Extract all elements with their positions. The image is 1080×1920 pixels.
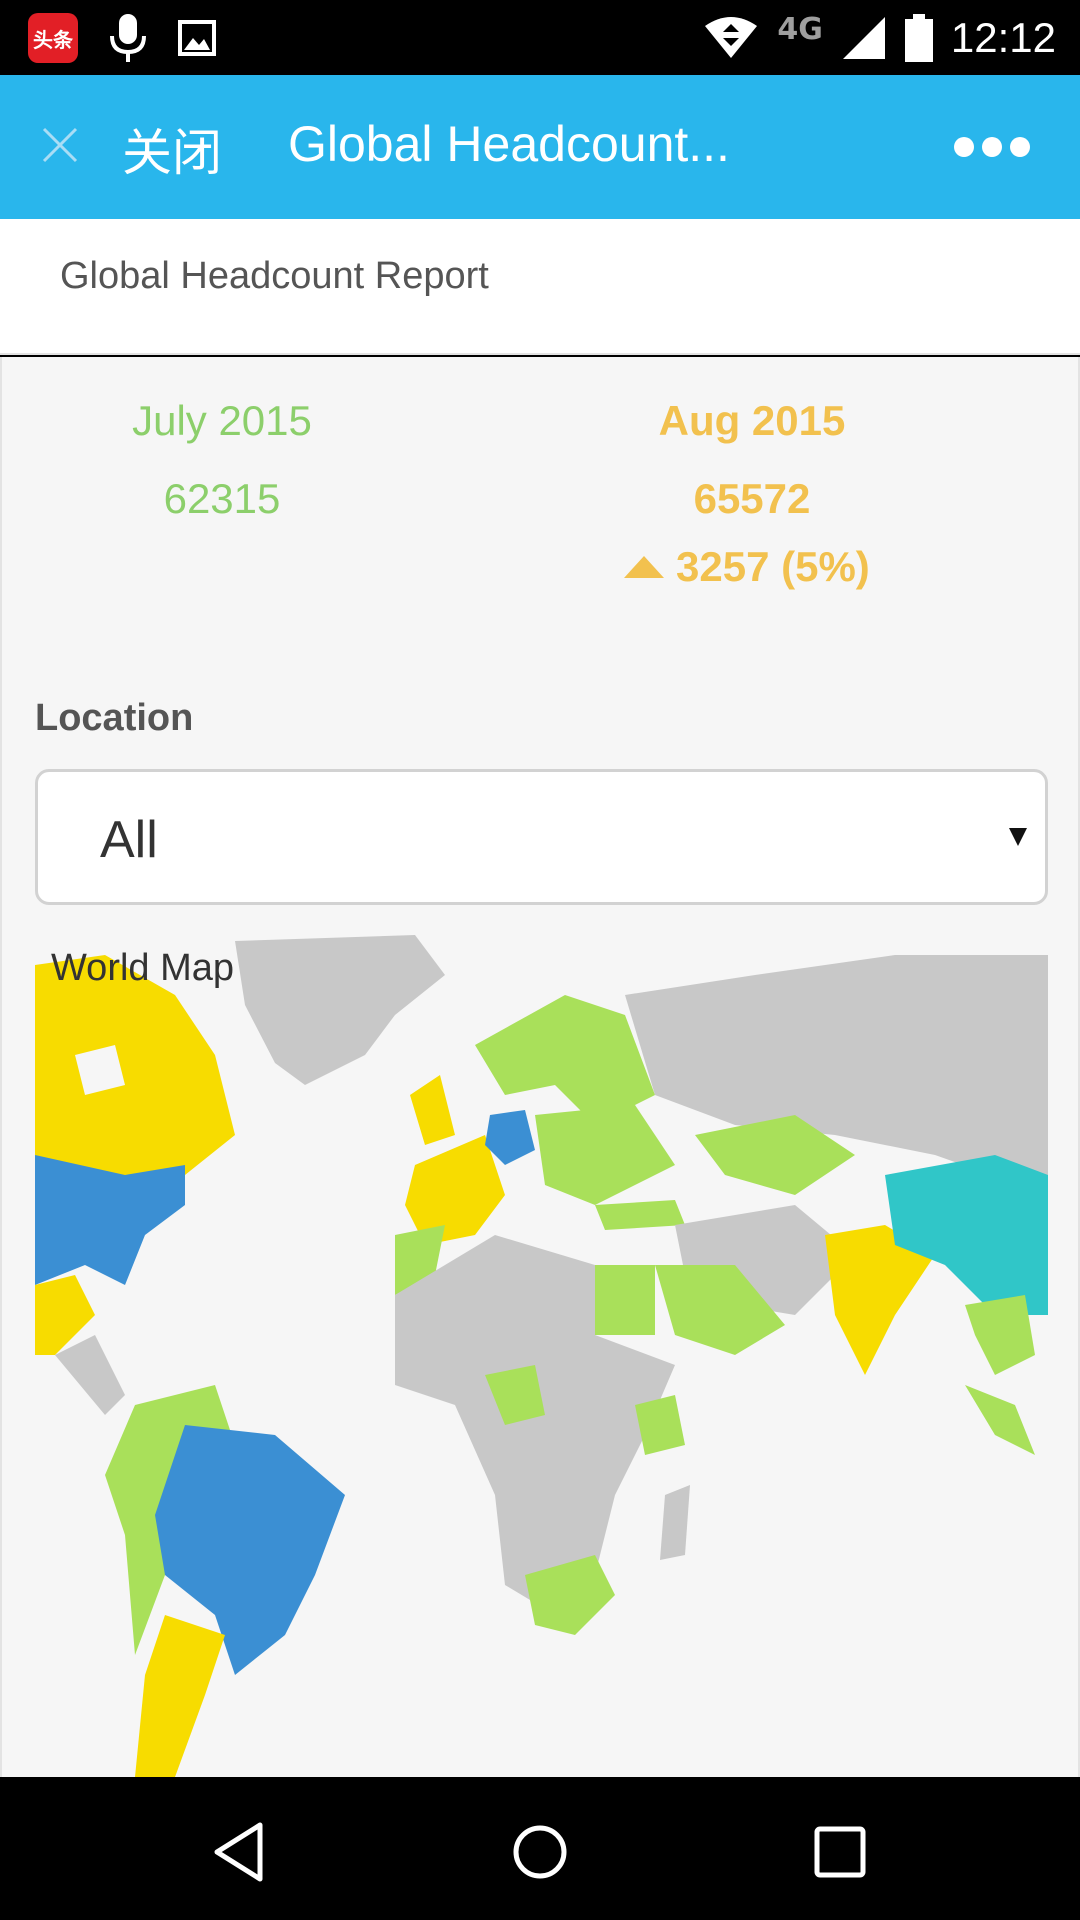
more-dot-icon xyxy=(982,137,1002,157)
microphone-icon xyxy=(110,14,146,62)
wifi-icon xyxy=(705,17,758,58)
page-title: Global Headcount... xyxy=(288,116,730,172)
headcount-change: 3257 (5%) xyxy=(624,543,870,591)
world-map-canvas xyxy=(35,935,1048,1777)
network-type-label: 4G xyxy=(777,11,823,47)
clock: 12:12 xyxy=(950,14,1056,61)
report-title: Global Headcount Report xyxy=(60,255,489,297)
previous-period-value: 62315 xyxy=(163,475,281,522)
back-icon[interactable] xyxy=(205,1817,275,1887)
home-icon[interactable] xyxy=(505,1817,575,1887)
recent-apps-icon[interactable] xyxy=(805,1817,875,1887)
dropdown-arrow-icon xyxy=(1009,828,1027,846)
world-map[interactable]: World Map xyxy=(35,935,1048,1777)
previous-period: July 2015 62315 xyxy=(102,397,342,523)
location-select[interactable]: All xyxy=(35,769,1048,905)
location-label: Location xyxy=(35,697,194,739)
location-selected-value: All xyxy=(100,811,158,869)
image-icon xyxy=(178,20,216,56)
region-egypt[interactable] xyxy=(595,1265,655,1335)
close-icon[interactable] xyxy=(40,125,80,165)
increase-arrow-icon xyxy=(624,556,664,578)
battery-icon xyxy=(904,14,933,62)
current-period-label: Aug 2015 xyxy=(658,397,846,444)
toutiao-app-icon: 头条 xyxy=(28,13,78,63)
map-title: World Map xyxy=(51,947,235,989)
more-dot-icon xyxy=(954,137,974,157)
more-dot-icon xyxy=(1010,137,1030,157)
headcount-change-value: 3257 (5%) xyxy=(676,543,870,590)
report-content: July 2015 62315 Aug 2015 65572 3257 (5%)… xyxy=(0,357,1080,1777)
report-title-bar: Global Headcount Report xyxy=(0,219,1080,355)
system-nav-bar xyxy=(0,1777,1080,1920)
status-left: 头条 xyxy=(28,12,216,64)
previous-period-label: July 2015 xyxy=(132,397,312,444)
status-right: 4G 12:12 xyxy=(703,8,1056,68)
current-period-value: 65572 xyxy=(693,475,811,522)
status-bar: 头条 4G 12:12 xyxy=(0,0,1080,75)
app-header: 关闭 Global Headcount... xyxy=(0,75,1080,219)
current-period: Aug 2015 65572 xyxy=(602,397,902,523)
region-turkey[interactable] xyxy=(595,1200,685,1230)
close-button[interactable]: 关闭 xyxy=(122,113,222,185)
more-options-button[interactable] xyxy=(954,137,1030,157)
signal-icon xyxy=(842,17,885,59)
